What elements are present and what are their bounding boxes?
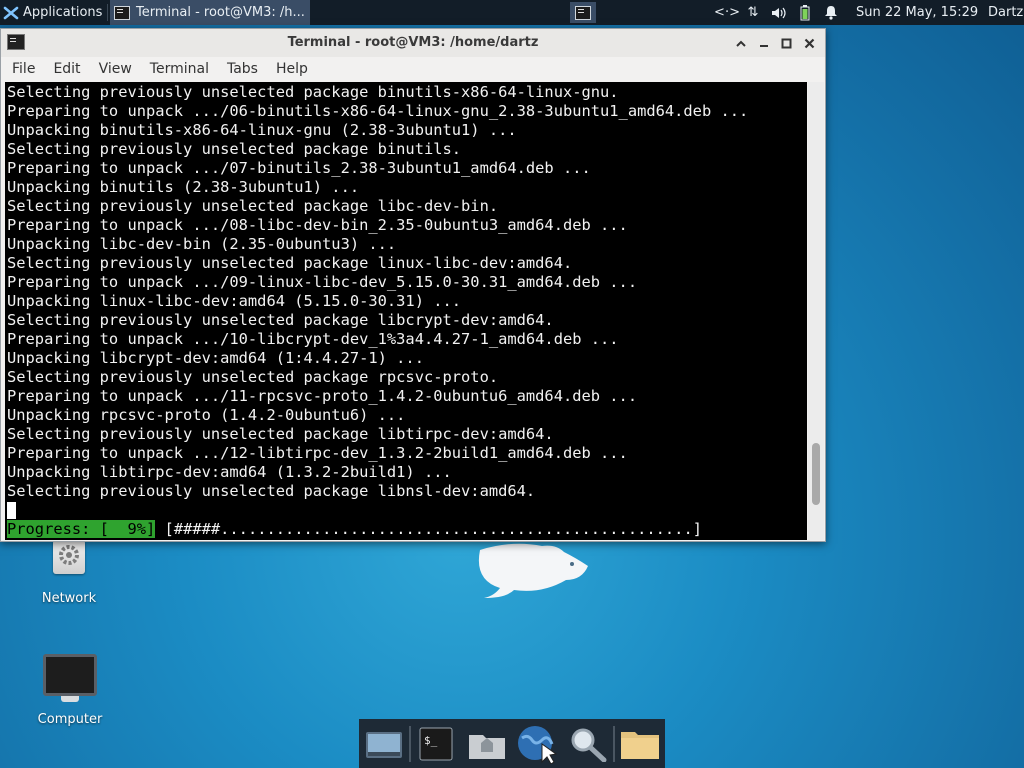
terminal-scrollbar[interactable] bbox=[808, 82, 824, 540]
minimize-button[interactable] bbox=[754, 34, 773, 52]
volume-icon[interactable] bbox=[770, 4, 788, 22]
terminal-icon bbox=[114, 5, 130, 20]
terminal-line: Preparing to unpack .../06-binutils-x86-… bbox=[7, 102, 749, 120]
xfce-logo-icon bbox=[3, 6, 19, 19]
window-title: Terminal - root@VM3: /home/dartz bbox=[287, 35, 539, 50]
close-button[interactable] bbox=[800, 34, 819, 52]
terminal-line: Selecting previously unselected package … bbox=[7, 482, 536, 500]
menu-edit[interactable]: Edit bbox=[46, 61, 87, 77]
network-updown-icon[interactable]: ⇅ bbox=[744, 4, 762, 22]
terminal-line: Selecting previously unselected package … bbox=[7, 197, 499, 215]
terminal-line: Preparing to unpack .../07-binutils_2.38… bbox=[7, 159, 591, 177]
terminal-line: Unpacking linux-libc-dev:amd64 (5.15.0-3… bbox=[7, 292, 462, 310]
panel-user-menu[interactable]: Dartz bbox=[988, 0, 1023, 25]
terminal-line: Unpacking rpcsvc-proto (1.4.2-0ubuntu6) … bbox=[7, 406, 406, 424]
show-desktop-icon[interactable] bbox=[359, 719, 409, 768]
menu-help[interactable]: Help bbox=[269, 61, 315, 77]
panel-separator bbox=[107, 4, 108, 21]
desktop-icon-label: Computer bbox=[37, 712, 103, 727]
applications-menu-button[interactable]: Applications bbox=[0, 0, 108, 25]
network-activity-icon[interactable]: <·> bbox=[714, 4, 740, 22]
terminal-line: Selecting previously unselected package … bbox=[7, 368, 499, 386]
progress-row: Progress: [ 9%] [#####..................… bbox=[7, 520, 702, 539]
terminal-output[interactable]: Selecting previously unselected package … bbox=[5, 82, 807, 540]
desktop-icon-label: Network bbox=[41, 591, 97, 606]
terminal-line: Selecting previously unselected package … bbox=[7, 83, 619, 101]
svg-text:$_: $_ bbox=[424, 734, 438, 747]
system-tray: <·> ⇅ bbox=[714, 0, 840, 25]
desktop-icon-network[interactable]: Network bbox=[29, 540, 109, 606]
progress-label: Progress: [ 9%] bbox=[7, 520, 156, 538]
terminal-line: Preparing to unpack .../10-libcrypt-dev_… bbox=[7, 330, 619, 348]
terminal-line: Unpacking binutils (2.38-3ubuntu1) ... bbox=[7, 178, 360, 196]
terminal-line: Selecting previously unselected package … bbox=[7, 254, 573, 272]
menu-view[interactable]: View bbox=[92, 61, 139, 77]
menu-tabs[interactable]: Tabs bbox=[220, 61, 265, 77]
terminal-cursor-line bbox=[7, 501, 748, 520]
terminal-line: Selecting previously unselected package … bbox=[7, 140, 462, 158]
computer-icon bbox=[43, 654, 97, 702]
progress-bar: [#####..................................… bbox=[164, 520, 702, 538]
terminal-icon[interactable]: $_ bbox=[411, 719, 461, 768]
top-panel: Applications Terminal - root@VM3: /h... … bbox=[0, 0, 1024, 25]
menubar: File Edit View Terminal Tabs Help bbox=[1, 57, 825, 81]
xfce-mouse-mascot-icon bbox=[478, 543, 588, 598]
battery-icon[interactable] bbox=[796, 4, 814, 22]
terminal-line: Selecting previously unselected package … bbox=[7, 425, 554, 443]
terminal-lines: Selecting previously unselected package … bbox=[7, 83, 748, 520]
scrollbar-thumb[interactable] bbox=[812, 443, 820, 505]
menu-file[interactable]: File bbox=[5, 61, 42, 77]
notifications-bell-icon[interactable] bbox=[822, 4, 840, 22]
terminal-line: Unpacking libc-dev-bin (2.35-0ubuntu3) .… bbox=[7, 235, 397, 253]
terminal-line: Unpacking binutils-x86-64-linux-gnu (2.3… bbox=[7, 121, 517, 139]
menu-terminal[interactable]: Terminal bbox=[143, 61, 216, 77]
network-icon bbox=[53, 540, 85, 574]
shade-button[interactable] bbox=[731, 34, 750, 52]
terminal-window: Terminal - root@VM3: /home/dartz File Ed… bbox=[0, 28, 826, 542]
home-folder-icon[interactable] bbox=[462, 719, 512, 768]
bottom-dock: $_ bbox=[359, 719, 665, 768]
terminal-line: Preparing to unpack .../08-libc-dev-bin_… bbox=[7, 216, 628, 234]
terminal-line: Preparing to unpack .../12-libtirpc-dev_… bbox=[7, 444, 628, 462]
terminal-line: Selecting previously unselected package … bbox=[7, 311, 554, 329]
window-controls bbox=[731, 34, 819, 52]
workspace-window-icon bbox=[575, 5, 591, 20]
workspace-switcher[interactable] bbox=[570, 2, 596, 23]
applications-label: Applications bbox=[23, 5, 103, 20]
terminal-cursor bbox=[7, 502, 16, 519]
terminal-line: Unpacking libtirpc-dev:amd64 (1.3.2-2bui… bbox=[7, 463, 452, 481]
terminal-line: Preparing to unpack .../09-linux-libc-de… bbox=[7, 273, 638, 291]
window-titlebar[interactable]: Terminal - root@VM3: /home/dartz bbox=[1, 29, 825, 57]
taskbar-terminal-button[interactable]: Terminal - root@VM3: /h... bbox=[110, 0, 310, 25]
search-icon[interactable] bbox=[562, 719, 612, 768]
desktop-icon-computer[interactable]: Computer bbox=[30, 654, 110, 727]
panel-clock[interactable]: Sun 22 May, 15:29 bbox=[856, 0, 978, 25]
terminal-line: Unpacking libcrypt-dev:amd64 (1:4.4.27-1… bbox=[7, 349, 424, 367]
terminal-line: Preparing to unpack .../11-rpcsvc-proto_… bbox=[7, 387, 638, 405]
files-icon[interactable] bbox=[615, 719, 665, 768]
web-browser-icon[interactable] bbox=[512, 719, 562, 768]
maximize-button[interactable] bbox=[777, 34, 796, 52]
taskbar-terminal-title: Terminal - root@VM3: /h... bbox=[136, 5, 305, 20]
